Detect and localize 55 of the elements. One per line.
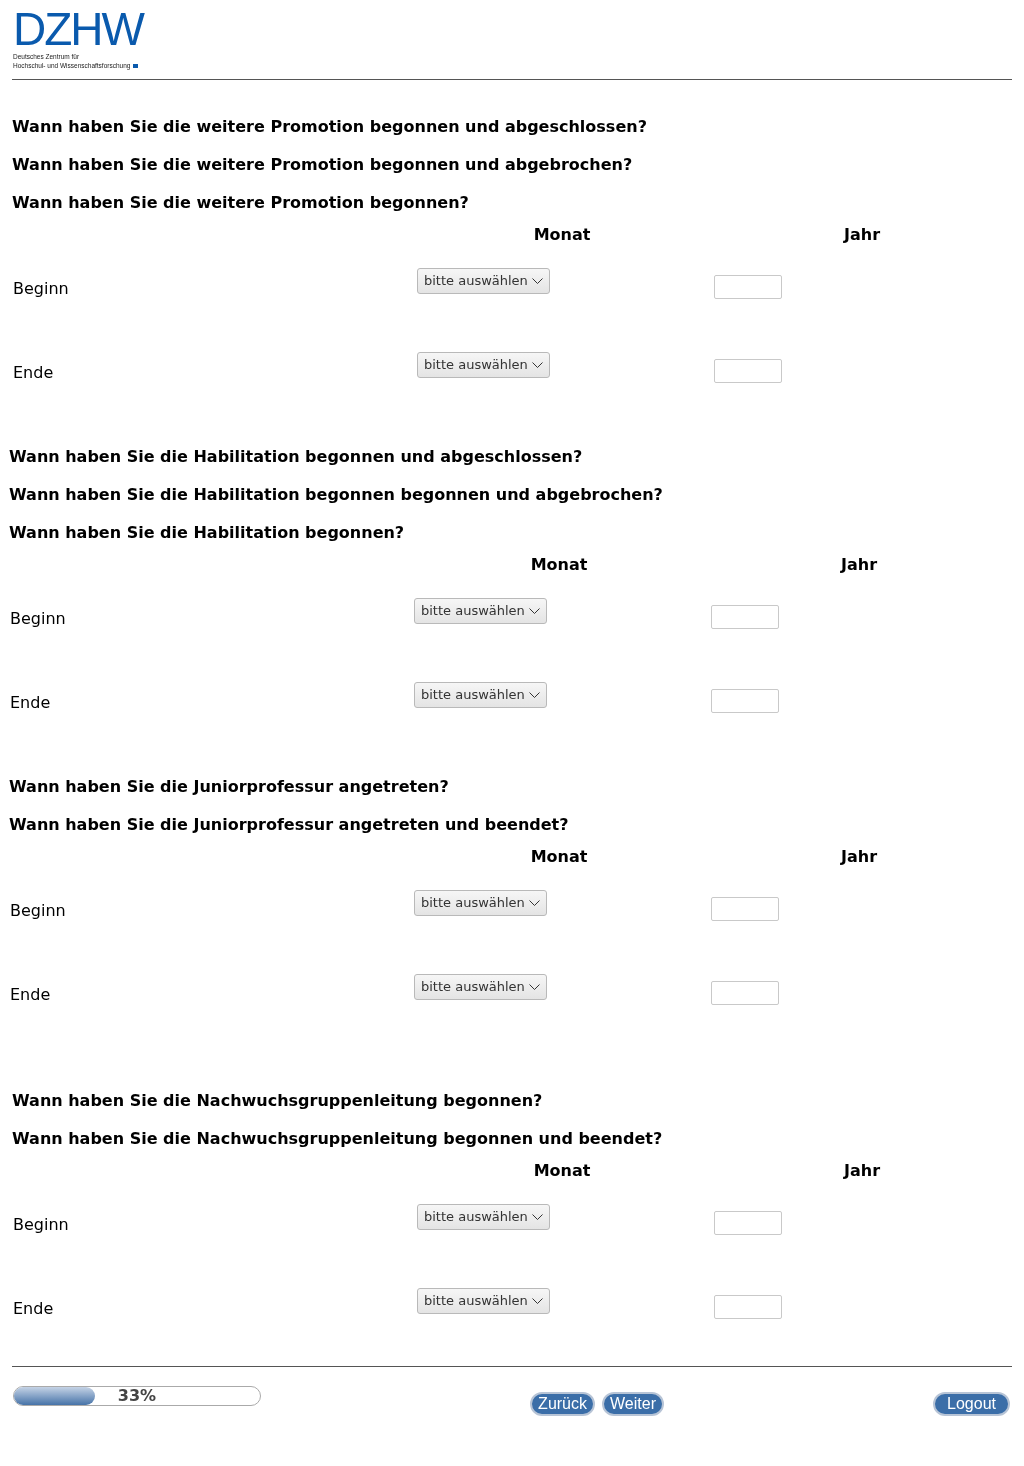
year-input[interactable] xyxy=(714,359,782,383)
question-text: Wann haben Sie die Nachwuchsgruppenleitung begonnen? xyxy=(12,1091,544,1111)
row-label: Ende xyxy=(12,1299,54,1319)
logo-wordmark: DZHW xyxy=(13,9,143,49)
question-text: Wann haben Sie die Nachwuchsgruppenleitung begonnen und beendet? xyxy=(12,1129,664,1149)
year-input[interactable] xyxy=(711,981,779,1005)
chevron-down-icon xyxy=(531,362,543,368)
month-dropdown[interactable]: bitte auswählen xyxy=(414,890,547,916)
column-header: Jahr xyxy=(844,1161,880,1180)
question-text: Wann haben Sie die Juniorprofessur angetreten? xyxy=(9,777,450,797)
year-input[interactable] xyxy=(711,897,779,921)
month-dropdown[interactable]: bitte auswählen xyxy=(417,268,550,294)
column-header: Jahr xyxy=(841,555,877,574)
question-text: Wann haben Sie die weitere Promotion begonnen und abgeschlossen? xyxy=(12,117,648,137)
question-text: Wann haben Sie die Juniorprofessur angetreten und beendet? xyxy=(9,815,570,835)
question-text: Wann haben Sie die Habilitation begonnen und abgeschlossen? xyxy=(9,447,584,467)
row-label: Beginn xyxy=(9,901,66,921)
column-header: Jahr xyxy=(841,847,877,866)
chevron-down-icon xyxy=(531,278,543,284)
question-text: Wann haben Sie die weitere Promotion begonnen und abgebrochen? xyxy=(12,155,634,175)
year-input[interactable] xyxy=(714,1295,782,1319)
question-text: Wann haben Sie die Habilitation begonnen begonnen und abgebrochen? xyxy=(9,485,664,505)
month-dropdown[interactable]: bitte auswählen xyxy=(414,682,547,708)
year-input[interactable] xyxy=(711,605,779,629)
question-text: Wann haben Sie die Habilitation begonnen? xyxy=(9,523,406,543)
month-dropdown[interactable]: bitte auswählen xyxy=(414,974,547,1000)
logout-button[interactable]: Logout xyxy=(933,1392,1010,1416)
row-label: Beginn xyxy=(9,609,66,629)
chevron-down-icon xyxy=(528,692,540,698)
column-header: Monat xyxy=(533,225,591,244)
month-dropdown[interactable]: bitte auswählen xyxy=(417,1204,550,1230)
row-label: Beginn xyxy=(12,1215,69,1235)
progress-percentage: 33% xyxy=(117,1387,157,1405)
row-label: Ende xyxy=(9,985,51,1005)
month-dropdown[interactable]: bitte auswählen xyxy=(414,598,547,624)
column-header: Monat xyxy=(533,1161,591,1180)
column-header: Jahr xyxy=(844,225,880,244)
chevron-down-icon xyxy=(531,1298,543,1304)
month-dropdown[interactable]: bitte auswählen xyxy=(417,352,550,378)
nav-button[interactable]: Weiter xyxy=(602,1392,664,1416)
year-input[interactable] xyxy=(714,1211,782,1235)
year-input[interactable] xyxy=(711,689,779,713)
month-dropdown[interactable]: bitte auswählen xyxy=(417,1288,550,1314)
year-input[interactable] xyxy=(714,275,782,299)
nav-button[interactable]: Zurück xyxy=(530,1392,595,1416)
chevron-down-icon xyxy=(528,984,540,990)
chevron-down-icon xyxy=(528,608,540,614)
question-text: Wann haben Sie die weitere Promotion begonnen? xyxy=(12,193,470,213)
chevron-down-icon xyxy=(528,900,540,906)
column-header: Monat xyxy=(530,555,588,574)
row-label: Beginn xyxy=(12,279,69,299)
column-header: Monat xyxy=(530,847,588,866)
row-label: Ende xyxy=(12,363,54,383)
chevron-down-icon xyxy=(531,1214,543,1220)
row-label: Ende xyxy=(9,693,51,713)
